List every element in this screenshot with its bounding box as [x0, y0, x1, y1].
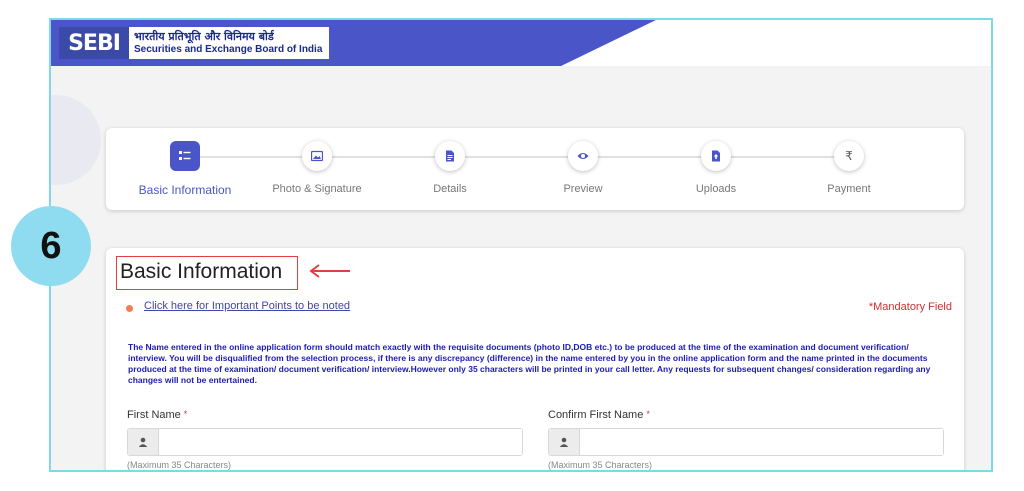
page-title: Basic Information	[120, 260, 283, 283]
confirm-first-name-group: Confirm First Name * (Maximum 35 Characte…	[548, 409, 944, 470]
eye-icon	[577, 153, 589, 159]
step-number-badge: 6	[11, 206, 91, 286]
first-name-hint: (Maximum 35 Characters)	[127, 460, 232, 470]
first-name-group: First Name * (Maximum 35 Characters)	[127, 409, 523, 470]
rupee-icon: ₹	[845, 149, 853, 163]
document-icon	[446, 150, 454, 162]
required-marker: *	[183, 409, 188, 419]
confirm-first-name-hint: (Maximum 35 Characters)	[548, 460, 653, 470]
bullet-dot	[126, 305, 133, 312]
confirm-first-name-input[interactable]	[580, 429, 943, 455]
org-name-hindi: भारतीय प्रतिभूति और विनिमय बोर्ड	[134, 30, 274, 43]
step-basic-information[interactable]: Basic Information	[119, 141, 251, 197]
decorative-circle	[51, 95, 101, 185]
step-label: Preview	[563, 183, 603, 195]
step-uploads[interactable]: Uploads	[650, 141, 782, 195]
step-label: Basic Information	[138, 183, 232, 197]
required-marker: *	[646, 409, 650, 419]
step-label: Details	[433, 183, 467, 195]
user-icon	[559, 437, 569, 447]
step-label: Payment	[827, 183, 871, 195]
basic-information-form: Basic Information Click here for Importa…	[106, 248, 964, 470]
step-payment[interactable]: ₹ Payment	[783, 141, 915, 195]
important-points-link[interactable]: Click here for Important Points to be no…	[144, 300, 350, 312]
mandatory-field-note: *Mandatory Field	[868, 301, 952, 313]
org-name-english: Securities and Exchange Board of India	[134, 44, 323, 55]
step-label: Photo & Signature	[272, 183, 362, 195]
name-notice-text: The Name entered in the online applicati…	[128, 342, 931, 385]
first-name-input[interactable]	[159, 429, 522, 455]
step-details[interactable]: Details	[384, 141, 516, 195]
logo-mark: SEBI	[59, 27, 129, 59]
step-label: Uploads	[695, 183, 737, 195]
sebi-logo[interactable]: SEBI भारतीय प्रतिभूति और विनिमय बोर्ड Se…	[59, 27, 329, 59]
step-photo-signature[interactable]: Photo & Signature	[251, 141, 383, 195]
step-preview[interactable]: Preview	[517, 141, 649, 195]
confirm-first-name-label: Confirm First Name	[548, 409, 644, 421]
progress-stepper: Basic Information Photo & Signature Deta…	[106, 128, 964, 210]
list-icon	[179, 151, 191, 160]
upload-icon	[712, 150, 720, 162]
app-window: SEBI भारतीय प्रतिभूति और विनिमय बोर्ड Se…	[49, 18, 993, 472]
user-icon	[138, 437, 148, 447]
site-header: SEBI भारतीय प्रतिभूति और विनिमय बोर्ड Se…	[51, 20, 991, 66]
image-icon	[311, 150, 323, 162]
first-name-label: First Name	[127, 409, 181, 421]
annotation-arrow-icon	[309, 264, 350, 278]
